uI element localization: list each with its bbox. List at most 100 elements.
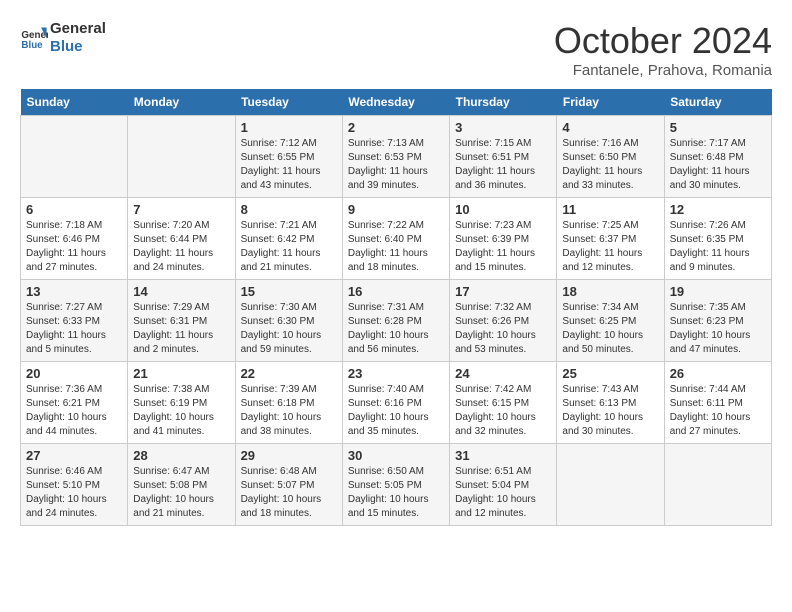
calendar-cell xyxy=(128,116,235,198)
calendar-cell: 24 Sunrise: 7:42 AMSunset: 6:15 PMDaylig… xyxy=(450,362,557,444)
weekday-header-saturday: Saturday xyxy=(664,89,771,116)
calendar-week-row: 20 Sunrise: 7:36 AMSunset: 6:21 PMDaylig… xyxy=(21,362,772,444)
logo-text-general: General xyxy=(50,20,106,38)
day-number: 4 xyxy=(562,120,658,135)
day-detail: Sunrise: 6:46 AMSunset: 5:10 PMDaylight:… xyxy=(26,465,122,521)
weekday-header-tuesday: Tuesday xyxy=(235,89,342,116)
day-number: 26 xyxy=(670,366,766,381)
day-detail: Sunrise: 6:48 AMSunset: 5:07 PMDaylight:… xyxy=(241,465,337,521)
day-number: 16 xyxy=(348,284,444,299)
day-detail: Sunrise: 7:30 AMSunset: 6:30 PMDaylight:… xyxy=(241,301,337,357)
day-detail: Sunrise: 7:18 AMSunset: 6:46 PMDaylight:… xyxy=(26,219,122,275)
svg-text:Blue: Blue xyxy=(21,40,43,51)
weekday-header-friday: Friday xyxy=(557,89,664,116)
day-number: 19 xyxy=(670,284,766,299)
calendar-cell: 18 Sunrise: 7:34 AMSunset: 6:25 PMDaylig… xyxy=(557,280,664,362)
day-number: 7 xyxy=(133,202,229,217)
day-detail: Sunrise: 7:40 AMSunset: 6:16 PMDaylight:… xyxy=(348,383,444,439)
calendar-week-row: 1 Sunrise: 7:12 AMSunset: 6:55 PMDayligh… xyxy=(21,116,772,198)
calendar-cell: 19 Sunrise: 7:35 AMSunset: 6:23 PMDaylig… xyxy=(664,280,771,362)
day-number: 27 xyxy=(26,448,122,463)
calendar-week-row: 6 Sunrise: 7:18 AMSunset: 6:46 PMDayligh… xyxy=(21,198,772,280)
day-detail: Sunrise: 7:23 AMSunset: 6:39 PMDaylight:… xyxy=(455,219,551,275)
weekday-header-row: SundayMondayTuesdayWednesdayThursdayFrid… xyxy=(21,89,772,116)
day-detail: Sunrise: 7:32 AMSunset: 6:26 PMDaylight:… xyxy=(455,301,551,357)
day-number: 18 xyxy=(562,284,658,299)
calendar-cell xyxy=(557,444,664,526)
calendar-cell: 10 Sunrise: 7:23 AMSunset: 6:39 PMDaylig… xyxy=(450,198,557,280)
day-number: 15 xyxy=(241,284,337,299)
calendar-cell: 29 Sunrise: 6:48 AMSunset: 5:07 PMDaylig… xyxy=(235,444,342,526)
day-detail: Sunrise: 7:22 AMSunset: 6:40 PMDaylight:… xyxy=(348,219,444,275)
day-number: 6 xyxy=(26,202,122,217)
calendar-cell: 26 Sunrise: 7:44 AMSunset: 6:11 PMDaylig… xyxy=(664,362,771,444)
calendar-cell: 4 Sunrise: 7:16 AMSunset: 6:50 PMDayligh… xyxy=(557,116,664,198)
day-number: 24 xyxy=(455,366,551,381)
day-detail: Sunrise: 7:31 AMSunset: 6:28 PMDaylight:… xyxy=(348,301,444,357)
calendar-cell xyxy=(664,444,771,526)
day-detail: Sunrise: 7:39 AMSunset: 6:18 PMDaylight:… xyxy=(241,383,337,439)
day-number: 2 xyxy=(348,120,444,135)
weekday-header-monday: Monday xyxy=(128,89,235,116)
weekday-header-thursday: Thursday xyxy=(450,89,557,116)
day-number: 8 xyxy=(241,202,337,217)
calendar-cell: 1 Sunrise: 7:12 AMSunset: 6:55 PMDayligh… xyxy=(235,116,342,198)
day-detail: Sunrise: 7:26 AMSunset: 6:35 PMDaylight:… xyxy=(670,219,766,275)
day-number: 21 xyxy=(133,366,229,381)
day-number: 20 xyxy=(26,366,122,381)
logo-text-blue: Blue xyxy=(50,38,106,56)
day-number: 28 xyxy=(133,448,229,463)
day-detail: Sunrise: 7:29 AMSunset: 6:31 PMDaylight:… xyxy=(133,301,229,357)
day-detail: Sunrise: 7:13 AMSunset: 6:53 PMDaylight:… xyxy=(348,137,444,193)
day-number: 10 xyxy=(455,202,551,217)
day-detail: Sunrise: 7:44 AMSunset: 6:11 PMDaylight:… xyxy=(670,383,766,439)
page-header: General Blue General Blue October 2024 F… xyxy=(20,20,772,79)
calendar-cell: 8 Sunrise: 7:21 AMSunset: 6:42 PMDayligh… xyxy=(235,198,342,280)
day-detail: Sunrise: 7:34 AMSunset: 6:25 PMDaylight:… xyxy=(562,301,658,357)
day-number: 31 xyxy=(455,448,551,463)
calendar-week-row: 13 Sunrise: 7:27 AMSunset: 6:33 PMDaylig… xyxy=(21,280,772,362)
calendar-cell: 7 Sunrise: 7:20 AMSunset: 6:44 PMDayligh… xyxy=(128,198,235,280)
month-title: October 2024 xyxy=(554,20,772,62)
day-number: 12 xyxy=(670,202,766,217)
day-number: 17 xyxy=(455,284,551,299)
day-number: 1 xyxy=(241,120,337,135)
day-number: 9 xyxy=(348,202,444,217)
calendar-cell: 12 Sunrise: 7:26 AMSunset: 6:35 PMDaylig… xyxy=(664,198,771,280)
calendar-cell: 30 Sunrise: 6:50 AMSunset: 5:05 PMDaylig… xyxy=(342,444,449,526)
day-number: 11 xyxy=(562,202,658,217)
calendar-cell: 23 Sunrise: 7:40 AMSunset: 6:16 PMDaylig… xyxy=(342,362,449,444)
calendar-cell: 15 Sunrise: 7:30 AMSunset: 6:30 PMDaylig… xyxy=(235,280,342,362)
day-detail: Sunrise: 7:35 AMSunset: 6:23 PMDaylight:… xyxy=(670,301,766,357)
calendar-table: SundayMondayTuesdayWednesdayThursdayFrid… xyxy=(20,89,772,526)
day-detail: Sunrise: 7:25 AMSunset: 6:37 PMDaylight:… xyxy=(562,219,658,275)
calendar-cell: 14 Sunrise: 7:29 AMSunset: 6:31 PMDaylig… xyxy=(128,280,235,362)
day-number: 22 xyxy=(241,366,337,381)
calendar-cell: 11 Sunrise: 7:25 AMSunset: 6:37 PMDaylig… xyxy=(557,198,664,280)
logo: General Blue General Blue xyxy=(20,20,106,56)
day-detail: Sunrise: 6:50 AMSunset: 5:05 PMDaylight:… xyxy=(348,465,444,521)
day-detail: Sunrise: 7:16 AMSunset: 6:50 PMDaylight:… xyxy=(562,137,658,193)
day-detail: Sunrise: 6:51 AMSunset: 5:04 PMDaylight:… xyxy=(455,465,551,521)
calendar-week-row: 27 Sunrise: 6:46 AMSunset: 5:10 PMDaylig… xyxy=(21,444,772,526)
day-number: 30 xyxy=(348,448,444,463)
day-detail: Sunrise: 7:15 AMSunset: 6:51 PMDaylight:… xyxy=(455,137,551,193)
day-number: 5 xyxy=(670,120,766,135)
calendar-cell: 21 Sunrise: 7:38 AMSunset: 6:19 PMDaylig… xyxy=(128,362,235,444)
calendar-cell: 3 Sunrise: 7:15 AMSunset: 6:51 PMDayligh… xyxy=(450,116,557,198)
day-detail: Sunrise: 7:38 AMSunset: 6:19 PMDaylight:… xyxy=(133,383,229,439)
day-number: 23 xyxy=(348,366,444,381)
day-detail: Sunrise: 7:20 AMSunset: 6:44 PMDaylight:… xyxy=(133,219,229,275)
day-detail: Sunrise: 7:43 AMSunset: 6:13 PMDaylight:… xyxy=(562,383,658,439)
calendar-cell: 25 Sunrise: 7:43 AMSunset: 6:13 PMDaylig… xyxy=(557,362,664,444)
calendar-cell: 5 Sunrise: 7:17 AMSunset: 6:48 PMDayligh… xyxy=(664,116,771,198)
day-number: 3 xyxy=(455,120,551,135)
title-block: October 2024 Fantanele, Prahova, Romania xyxy=(554,20,772,79)
weekday-header-sunday: Sunday xyxy=(21,89,128,116)
day-number: 29 xyxy=(241,448,337,463)
day-detail: Sunrise: 6:47 AMSunset: 5:08 PMDaylight:… xyxy=(133,465,229,521)
day-detail: Sunrise: 7:36 AMSunset: 6:21 PMDaylight:… xyxy=(26,383,122,439)
calendar-cell xyxy=(21,116,128,198)
calendar-cell: 13 Sunrise: 7:27 AMSunset: 6:33 PMDaylig… xyxy=(21,280,128,362)
day-number: 14 xyxy=(133,284,229,299)
